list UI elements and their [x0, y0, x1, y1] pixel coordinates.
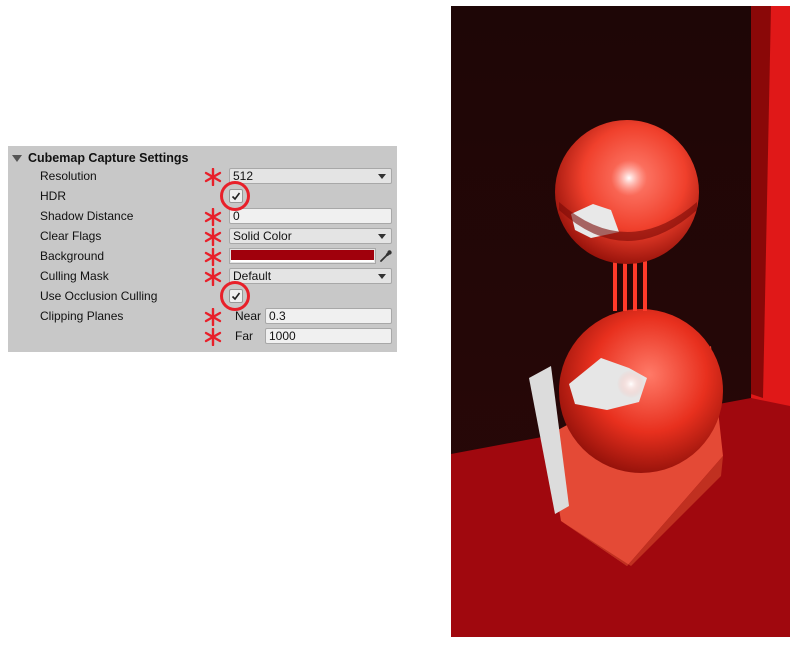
- background-color-field[interactable]: [229, 248, 376, 264]
- far-field[interactable]: 1000: [265, 328, 392, 344]
- shadow-distance-row: Shadow Distance 0: [8, 207, 397, 227]
- clear-flags-label: Clear Flags: [40, 229, 102, 243]
- dropdown-arrow-icon: [378, 174, 386, 179]
- shadow-distance-value: 0: [233, 209, 240, 223]
- resolution-label: Resolution: [40, 169, 97, 183]
- shadow-distance-field[interactable]: 0: [229, 208, 392, 224]
- culling-mask-label: Culling Mask: [40, 269, 109, 283]
- culling-mask-row: Culling Mask Default: [8, 267, 397, 287]
- asterisk-icon: [204, 208, 222, 226]
- cubemap-render-preview: [451, 6, 790, 637]
- panel-title: Cubemap Capture Settings: [28, 151, 189, 165]
- use-occlusion-culling-row: Use Occlusion Culling: [8, 287, 397, 307]
- culling-mask-dropdown[interactable]: Default: [229, 268, 392, 284]
- resolution-dropdown[interactable]: 512: [229, 168, 392, 184]
- dropdown-arrow-icon: [378, 274, 386, 279]
- dropdown-arrow-icon: [378, 234, 386, 239]
- asterisk-icon: [204, 328, 222, 346]
- hdr-row: HDR: [8, 187, 397, 207]
- clipping-planes-far-row: Far 1000: [8, 327, 397, 347]
- asterisk-icon: [204, 308, 222, 326]
- panel-header[interactable]: Cubemap Capture Settings: [12, 149, 188, 167]
- eyedropper-icon[interactable]: [378, 248, 394, 264]
- foldout-arrow-icon[interactable]: [12, 155, 22, 162]
- clear-flags-value: Solid Color: [233, 229, 292, 243]
- use-occlusion-culling-label: Use Occlusion Culling: [40, 289, 158, 303]
- occlusion-highlight-circle: [220, 281, 250, 311]
- background-color-swatch: [231, 250, 374, 260]
- cubemap-capture-settings-panel: Cubemap Capture Settings Resolution 512 …: [8, 146, 397, 352]
- shadow-distance-label: Shadow Distance: [40, 209, 134, 223]
- resolution-row: Resolution 512: [8, 167, 397, 187]
- asterisk-icon: [204, 168, 222, 186]
- near-value: 0.3: [269, 309, 286, 323]
- near-field[interactable]: 0.3: [265, 308, 392, 324]
- hdr-label: HDR: [40, 189, 66, 203]
- background-label: Background: [40, 249, 105, 263]
- background-row: Background: [8, 247, 397, 267]
- far-label: Far: [235, 329, 253, 343]
- clipping-planes-label: Clipping Planes: [40, 309, 124, 323]
- near-label: Near: [235, 309, 262, 323]
- asterisk-icon: [204, 268, 222, 286]
- asterisk-icon: [204, 248, 222, 266]
- background-alpha-bar: [231, 260, 374, 262]
- far-value: 1000: [269, 329, 296, 343]
- clear-flags-dropdown[interactable]: Solid Color: [229, 228, 392, 244]
- clipping-planes-near-row: Clipping Planes Near 0.3: [8, 307, 397, 327]
- hdr-highlight-circle: [220, 181, 250, 211]
- asterisk-icon: [204, 228, 222, 246]
- clear-flags-row: Clear Flags Solid Color: [8, 227, 397, 247]
